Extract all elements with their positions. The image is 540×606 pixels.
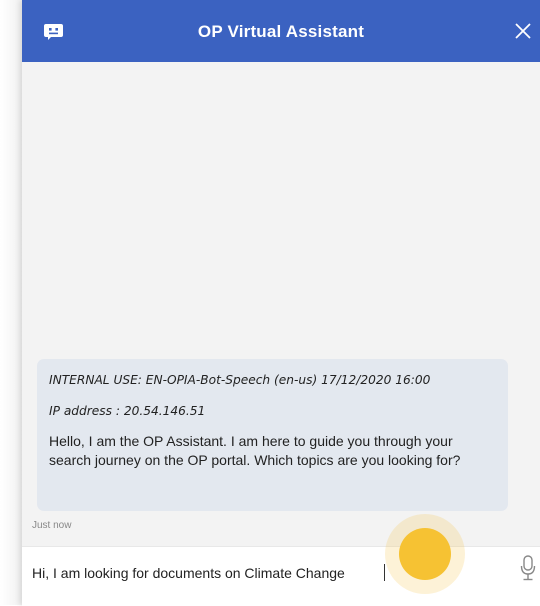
- internal-use-line: INTERNAL USE: EN-OPIA-Bot-Speech (en-us)…: [49, 373, 431, 387]
- close-icon[interactable]: [508, 14, 538, 48]
- chat-panel: OP Virtual Assistant INTERNAL USE: EN-OP…: [22, 0, 540, 606]
- microphone-icon[interactable]: [520, 555, 536, 581]
- message-timestamp: Just now: [32, 520, 72, 531]
- ip-address-line: IP address : 20.54.146.51: [49, 404, 206, 418]
- page-backdrop: [0, 0, 22, 605]
- text-caret: [384, 564, 385, 581]
- click-highlight-dot: [399, 528, 451, 580]
- chat-title: OP Virtual Assistant: [197, 22, 365, 41]
- bot-message-text: Hello, I am the OP Assistant. I am here …: [49, 433, 461, 468]
- message-list[interactable]: INTERNAL USE: EN-OPIA-Bot-Speech (en-us)…: [22, 62, 540, 546]
- message-input[interactable]: [32, 562, 392, 584]
- bot-message-bubble: INTERNAL USE: EN-OPIA-Bot-Speech (en-us)…: [37, 359, 508, 511]
- chat-header: OP Virtual Assistant: [22, 0, 540, 62]
- message-composer: [22, 514, 540, 606]
